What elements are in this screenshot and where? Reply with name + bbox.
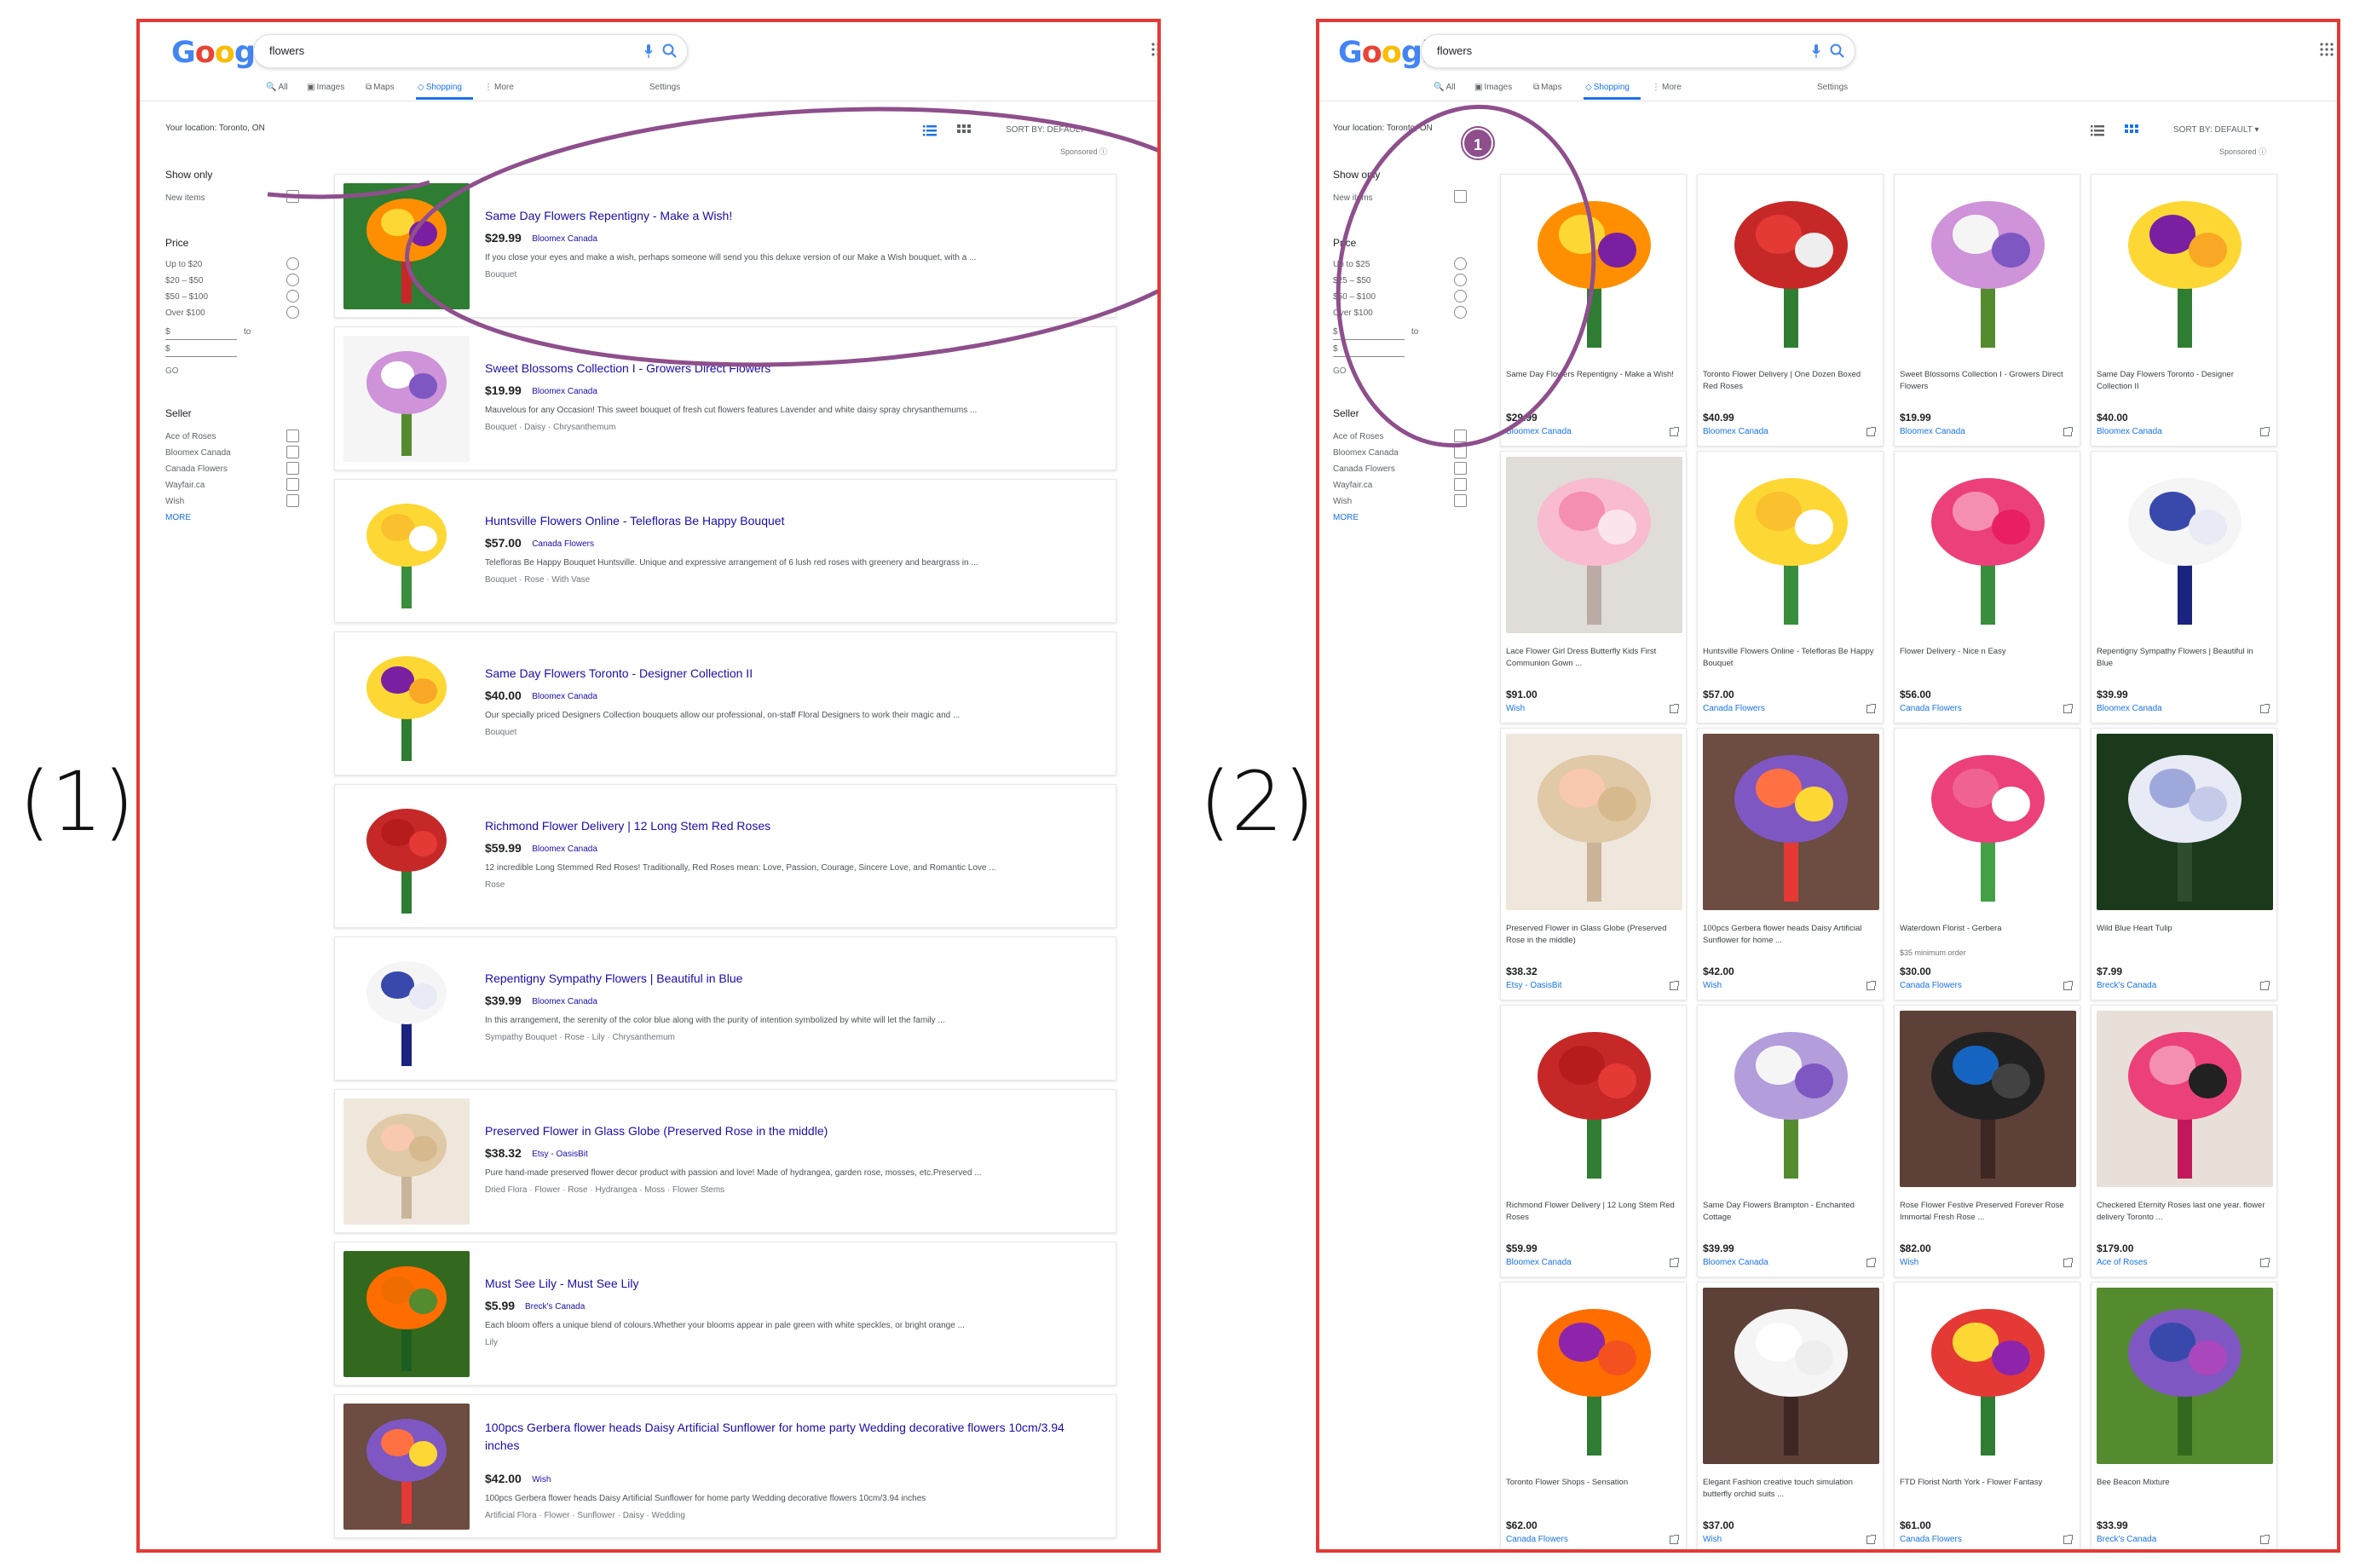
annotation-ellipse-right	[1336, 104, 1596, 448]
panel-list-view: Google flowers 🔍 All ▣ Images ⧉ Maps ◇ S…	[136, 19, 1161, 1553]
label-left: (1)	[19, 754, 135, 850]
annotation-ellipse-left	[267, 107, 1157, 367]
annotation-badge: 1	[1463, 128, 1493, 159]
label-right: (2)	[1199, 754, 1315, 850]
panel-grid-view: Google flowers 🔍 All ▣ Images ⧉ Maps ◇ S…	[1316, 19, 2340, 1553]
